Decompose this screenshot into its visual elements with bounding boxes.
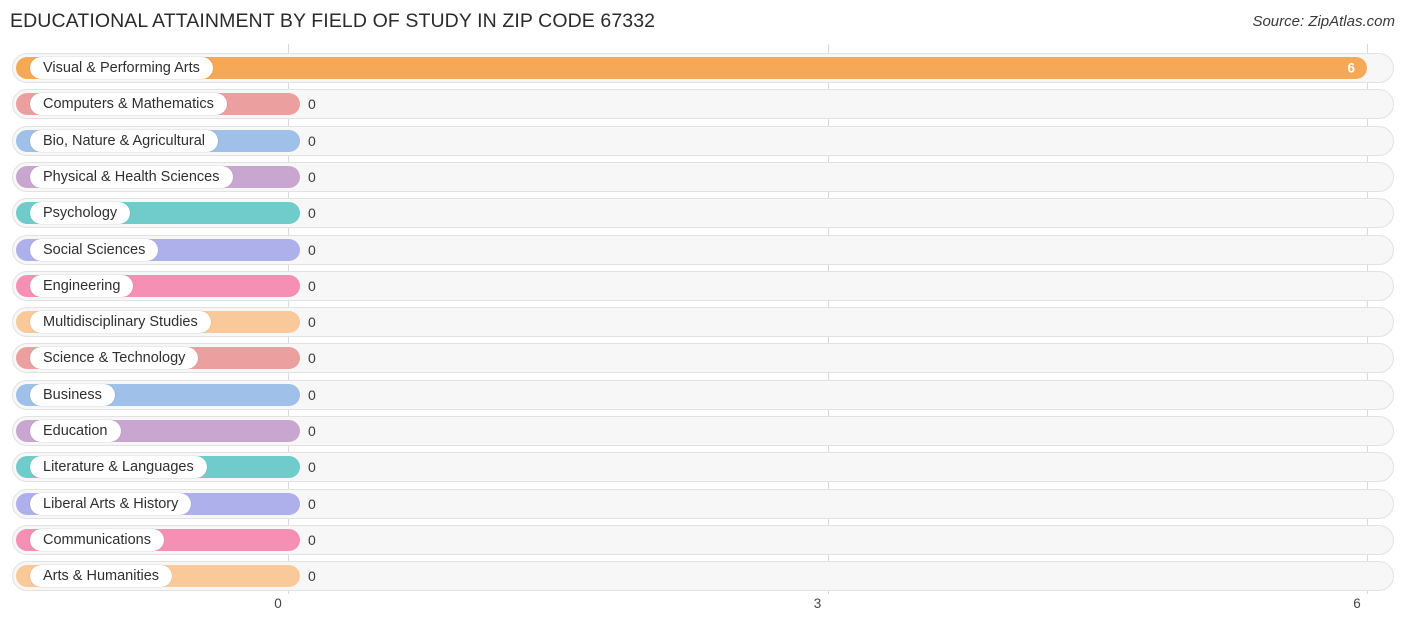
bar-row[interactable]: 0 Arts & Humanities [12,561,1394,592]
bar-value-label: 0 [308,531,316,548]
category-label: Science & Technology [30,347,199,370]
x-axis: 0 3 6 [0,594,1406,631]
bar-row[interactable]: 0 Education [12,416,1394,446]
bar-value-label: 0 [308,459,316,476]
bar-row[interactable]: 0 Business [12,379,1394,410]
bar-value-label: 0 [308,386,316,403]
bar-row[interactable]: 0 Psychology [12,198,1394,229]
bar-value-label: 0 [308,241,316,258]
bar-row[interactable]: 0 Social Sciences [12,234,1394,265]
chart-plot-area: 6 Visual & Performing Arts 0 Computers & Ma… [0,44,1406,594]
x-axis-tick-6: 6 [1353,596,1361,611]
bar-row[interactable]: 0 Bio, Nature & Agricultural [12,125,1394,156]
bar-value-label: 6 [1347,60,1355,76]
bar-value-label: 0 [308,495,316,512]
bar-value-label: 0 [308,205,316,222]
chart-header: EDUCATIONAL ATTAINMENT BY FIELD OF STUDY… [0,0,1406,44]
bar-row[interactable]: 0 Computers & Mathematics [12,89,1394,120]
bar-row[interactable]: 0 Physical & Health Sciences [12,161,1394,192]
bar-value-label: 0 [308,277,316,294]
category-label: Communications [30,528,164,551]
bar-row[interactable]: 6 Visual & Performing Arts [12,53,1394,83]
category-label: Engineering [30,274,134,297]
bar-value-label: 0 [308,350,316,367]
bar-row[interactable]: 0 Engineering [12,270,1394,301]
bar-value-label: 0 [308,568,316,585]
bar-row[interactable]: 0 Liberal Arts & History [12,488,1394,519]
bar-value-label: 0 [308,314,316,331]
x-axis-tick-0: 0 [274,596,282,611]
source-attribution: Source: ZipAtlas.com [1252,13,1395,30]
category-label: Physical & Health Sciences [30,165,233,188]
category-label: Liberal Arts & History [30,492,192,515]
x-axis-tick-3: 3 [813,596,822,611]
category-label: Business [30,383,115,406]
category-label: Social Sciences [30,238,159,261]
bar-value-label: 0 [308,423,316,439]
page-title: EDUCATIONAL ATTAINMENT BY FIELD OF STUDY… [10,10,656,32]
category-label: Multidisciplinary Studies [30,311,211,334]
bar-row[interactable]: 0 Science & Technology [12,343,1394,374]
bar-row[interactable]: 0 Literature & Languages [12,452,1394,483]
bar[interactable]: 6 [16,57,1367,79]
category-label: Literature & Languages [30,456,207,479]
category-label: Bio, Nature & Agricultural [30,129,218,152]
category-label: Visual & Performing Arts [30,57,213,79]
bar-value-label: 0 [308,96,316,113]
bar-value-label: 0 [308,168,316,185]
bar-value-label: 0 [308,132,316,149]
category-label: Computers & Mathematics [30,93,227,116]
category-label: Psychology [30,202,131,225]
category-label: Education [30,420,121,442]
bar-row[interactable]: 0 Communications [12,524,1394,555]
bar-row[interactable]: 0 Multidisciplinary Studies [12,307,1394,338]
category-label: Arts & Humanities [30,565,173,588]
